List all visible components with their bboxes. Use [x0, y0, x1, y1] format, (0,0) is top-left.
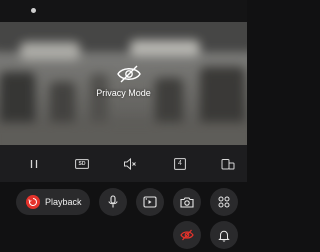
mute-button[interactable]: [118, 153, 142, 175]
talk-button[interactable]: [99, 188, 127, 216]
video-record-icon: [143, 196, 157, 208]
microphone-icon: [107, 195, 119, 209]
pause-button[interactable]: [22, 153, 46, 175]
screenshot-button[interactable]: [173, 188, 201, 216]
alarm-button[interactable]: [210, 221, 238, 249]
privacy-mode-toggle[interactable]: [173, 221, 201, 249]
playback-label: Playback: [45, 197, 82, 207]
camera-view[interactable]: Privacy Mode: [0, 22, 247, 145]
quality-button[interactable]: SD: [70, 153, 94, 175]
fullscreen-button[interactable]: [216, 153, 240, 175]
playback-record-icon: [26, 195, 40, 209]
camera-icon: [180, 196, 194, 208]
playback-control-bar: SD 4: [0, 145, 247, 182]
playback-button[interactable]: Playback: [16, 189, 90, 215]
split-view-icon: 4: [174, 158, 186, 170]
bell-icon: [218, 229, 230, 242]
quality-label: SD: [78, 161, 86, 167]
device-rotate-icon: [221, 158, 235, 170]
pause-icon: [28, 158, 40, 170]
status-dot-icon: [31, 8, 36, 13]
privacy-eye-off-icon: [180, 229, 194, 241]
more-features-button[interactable]: [210, 188, 238, 216]
split-count-label: 4: [178, 160, 182, 167]
record-video-button[interactable]: [136, 188, 164, 216]
action-panel: Playback: [0, 182, 247, 252]
grid-icon: [218, 196, 230, 208]
speaker-muted-icon: [123, 158, 137, 170]
split-screen-button[interactable]: 4: [168, 153, 192, 175]
status-bar: [0, 0, 247, 22]
eye-off-icon: [116, 64, 142, 84]
sd-quality-icon: SD: [75, 159, 89, 169]
privacy-mode-label: Privacy Mode: [96, 88, 151, 98]
